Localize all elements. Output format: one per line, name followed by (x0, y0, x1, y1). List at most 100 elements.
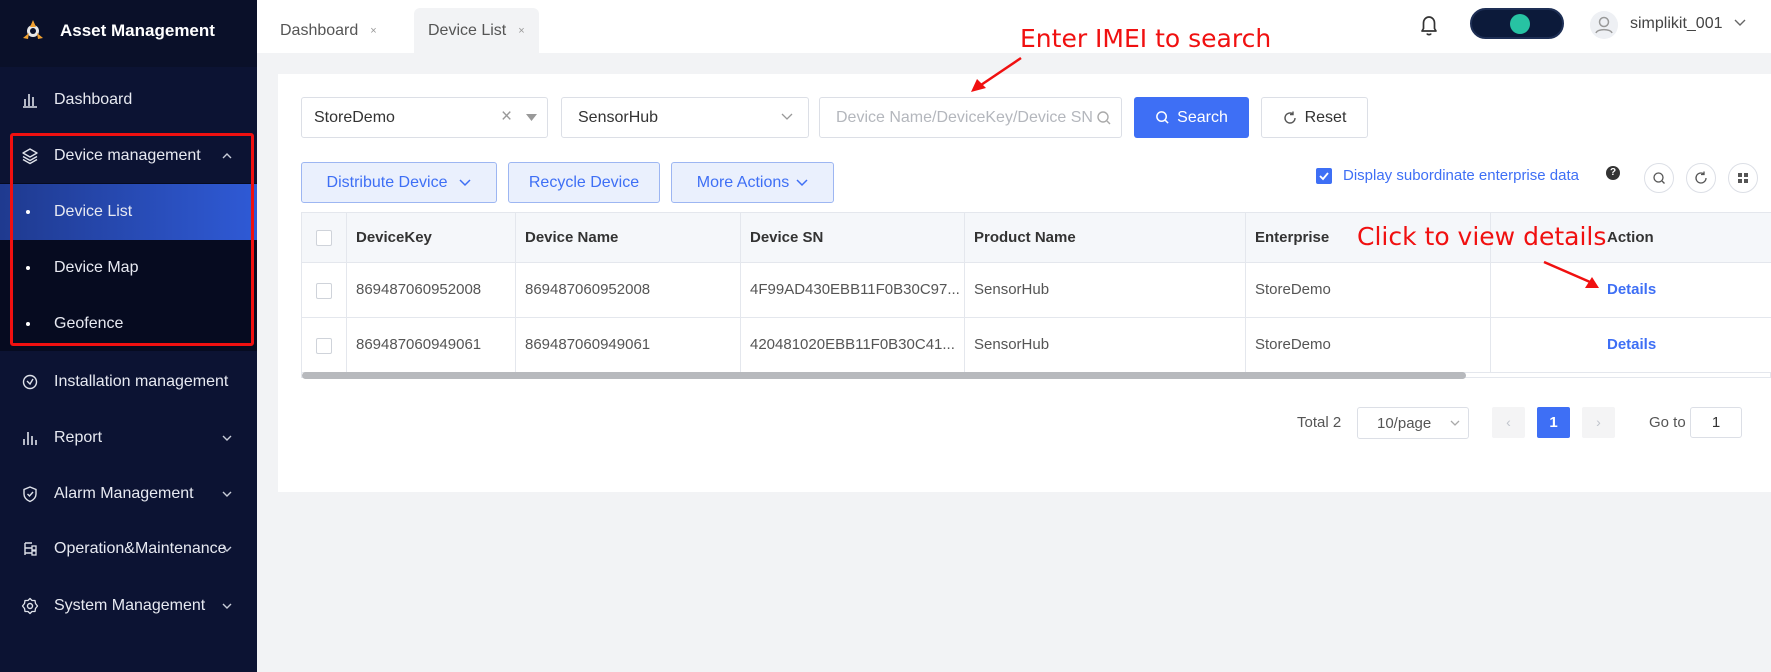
bell-icon[interactable] (1417, 12, 1441, 38)
chevron-down-icon (222, 603, 232, 609)
gear-icon (21, 597, 39, 615)
details-link[interactable]: Details (1607, 336, 1656, 353)
sidebar-item-alarm-management[interactable]: Alarm Management (0, 466, 257, 522)
product-select[interactable]: SensorHub (561, 97, 809, 138)
annotation-arrow-icon (971, 56, 1022, 92)
bar-chart-icon (23, 94, 37, 108)
search-icon (1653, 172, 1665, 184)
sidebar-item-label: Alarm Management (54, 485, 194, 502)
theme-toggle[interactable] (1470, 8, 1564, 39)
column-label: Product Name (974, 229, 1076, 246)
devicekey-value: 869487060949061 (356, 336, 482, 353)
check-icon (1319, 172, 1329, 181)
sidebar-subitem-device-map[interactable]: Device Map (0, 240, 257, 296)
chevron-down-icon (222, 491, 232, 497)
chevron-down-icon (1450, 420, 1460, 426)
columns-button[interactable] (1728, 163, 1758, 193)
enterprise-value: StoreDemo (1255, 336, 1331, 353)
sidebar-item-system-management[interactable]: System Management (0, 578, 257, 634)
sidebar-item-device-management[interactable]: Device management (0, 128, 257, 184)
search-button-label: Search (1177, 108, 1228, 126)
column-label: Device Name (525, 229, 619, 246)
table-header-product-name: Product Name (965, 213, 1246, 263)
refresh-button[interactable] (1686, 163, 1716, 193)
sidebar-item-dashboard[interactable]: Dashboard (0, 72, 257, 128)
goto-page-input[interactable]: 1 (1690, 407, 1742, 438)
sidebar-item-label: Device management (54, 147, 201, 164)
chevron-down-icon[interactable] (1734, 18, 1746, 28)
tab-device-list[interactable]: Device List × (414, 8, 539, 53)
row-checkbox[interactable] (316, 338, 332, 354)
close-icon[interactable]: × (370, 25, 376, 37)
next-page-button[interactable]: › (1582, 407, 1615, 438)
logo-icon (23, 20, 43, 39)
table-cell: 869487060949061 (516, 318, 741, 373)
table-cell: 869487060952008 (347, 263, 516, 318)
chevron-up-icon (222, 153, 232, 159)
chevron-down-icon (781, 113, 793, 120)
search-icon (1097, 111, 1111, 125)
product-value: SensorHub (578, 109, 659, 126)
table-row-select (302, 263, 347, 318)
report-icon (23, 432, 37, 445)
device-name-value: 869487060949061 (525, 336, 651, 353)
table-cell: 420481020EBB11F0B30C41... (741, 318, 965, 373)
more-actions-button[interactable]: More Actions (671, 162, 834, 203)
search-button[interactable]: Search (1134, 97, 1249, 138)
refresh-icon (1695, 171, 1707, 184)
table-cell: SensorHub (965, 318, 1246, 373)
help-icon[interactable]: ? (1606, 166, 1620, 180)
prev-page-button[interactable]: ‹ (1492, 407, 1525, 438)
sidebar-item-operation-maintenance[interactable]: Operation&Maintenance (0, 521, 257, 577)
sidebar-subitem-label: Device List (54, 203, 133, 220)
refresh-icon (1283, 111, 1296, 124)
table-cell: StoreDemo (1246, 318, 1490, 373)
horizontal-scrollbar[interactable] (302, 372, 1466, 379)
display-subordinate-label[interactable]: Display subordinate enterprise data (1343, 167, 1579, 184)
avatar[interactable] (1590, 11, 1618, 39)
bullet-icon (26, 266, 30, 270)
chevron-down-icon (796, 178, 808, 186)
table-header-device-name: Device Name (516, 213, 741, 263)
details-link[interactable]: Details (1607, 281, 1656, 298)
sidebar-subitem-label: Geofence (54, 315, 124, 332)
logo-bar: Asset Management (0, 0, 257, 67)
search-input[interactable]: Device Name/DeviceKey/Device SN (819, 97, 1122, 138)
reset-button[interactable]: Reset (1261, 97, 1368, 138)
table-cell: Details (1490, 263, 1771, 318)
device-sn-value: 420481020EBB11F0B30C41... (750, 336, 955, 353)
sidebar-subitem-device-list[interactable]: Device List (0, 184, 257, 240)
column-label: Action (1607, 229, 1654, 246)
sidebar-item-installation-management[interactable]: Installation management (0, 354, 257, 410)
recycle-device-button[interactable]: Recycle Device (508, 162, 660, 203)
product-name-value: SensorHub (974, 281, 1050, 298)
search-toggle-button[interactable] (1644, 163, 1674, 193)
table-cell: 869487060952008 (516, 263, 741, 318)
device-sn-value: 4F99AD430EBB11F0B30C97... (750, 281, 960, 298)
sidebar-subitem-label: Device Map (54, 259, 139, 276)
enterprise-value: StoreDemo (314, 109, 395, 126)
caret-down-icon (526, 114, 537, 121)
grid-icon (1738, 173, 1748, 183)
table-header-device-sn: Device SN (741, 213, 965, 263)
tab-dashboard[interactable]: Dashboard × (280, 8, 377, 53)
sidebar-item-label: Operation&Maintenance (54, 540, 227, 557)
display-subordinate-checkbox[interactable] (1316, 168, 1332, 184)
select-all-checkbox[interactable] (316, 230, 332, 246)
clear-icon[interactable]: × (501, 106, 512, 128)
recycle-device-label: Recycle Device (528, 173, 640, 191)
page-number-current[interactable]: 1 (1537, 407, 1570, 438)
page-size-select[interactable]: 10/page (1357, 407, 1469, 439)
sidebar-item-report[interactable]: Report (0, 410, 257, 466)
table-cell: Details (1490, 318, 1771, 373)
table-header-devicekey: DeviceKey (347, 213, 516, 263)
annotation-arrow-icon (1543, 260, 1599, 288)
enterprise-select[interactable]: StoreDemo × (301, 97, 548, 138)
bullet-icon (26, 322, 30, 326)
username[interactable]: simplikit_001 (1630, 15, 1722, 33)
layers-icon (22, 148, 38, 165)
row-checkbox[interactable] (316, 283, 332, 299)
distribute-device-button[interactable]: Distribute Device (301, 162, 497, 203)
close-icon[interactable]: × (518, 25, 524, 37)
sidebar-subitem-geofence[interactable]: Geofence (0, 296, 257, 352)
